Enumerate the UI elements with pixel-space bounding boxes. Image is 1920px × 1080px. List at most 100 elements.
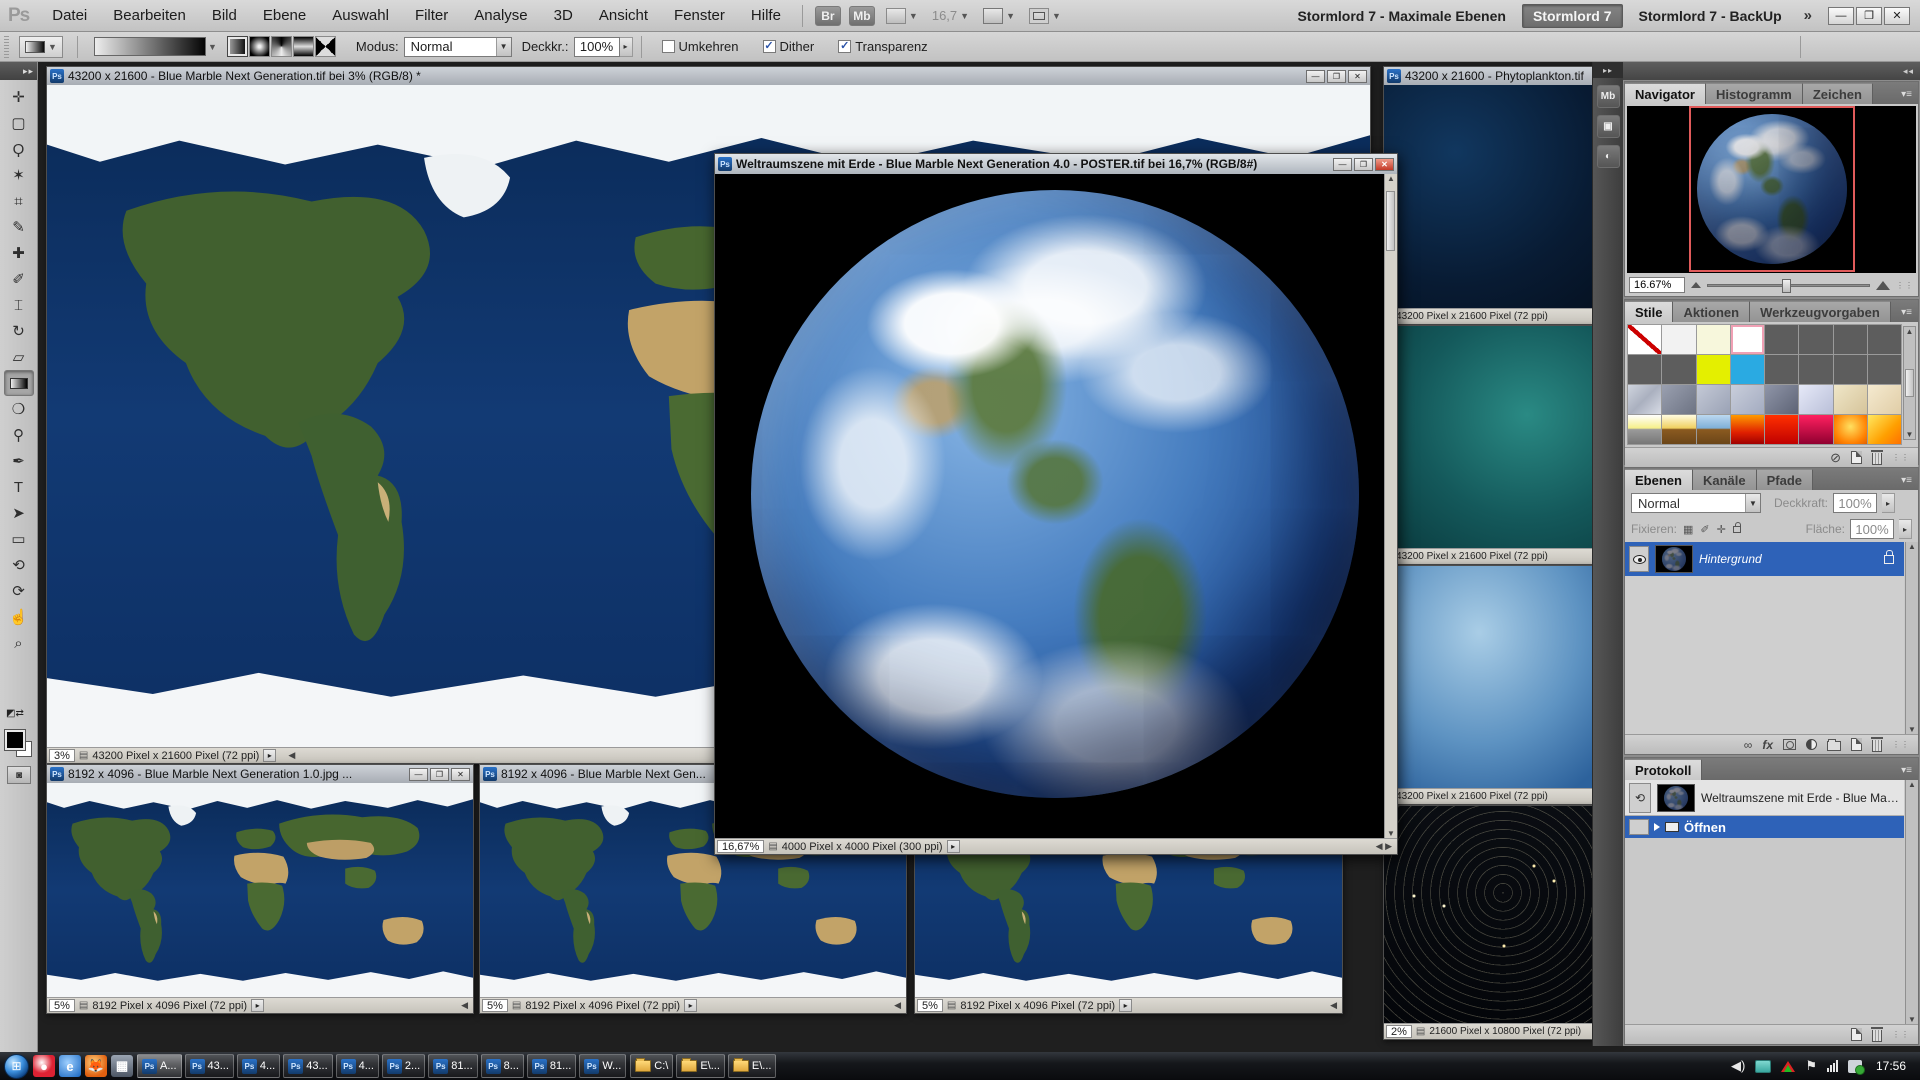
screen-mode-button[interactable]: ▼ — [1029, 8, 1061, 24]
menu-ebene[interactable]: Ebene — [250, 0, 319, 32]
layer-mask-icon[interactable] — [1783, 739, 1796, 750]
layer-blend-mode-dropdown[interactable]: Normal▼ — [1631, 493, 1761, 513]
zoom-percent-field[interactable]: 16,67% — [717, 840, 764, 853]
delete-style-icon[interactable] — [1872, 453, 1882, 465]
scroll-left-icon[interactable]: ◀ — [894, 1000, 904, 1011]
magic-wand-tool[interactable]: ✶ — [4, 162, 34, 188]
style-swatch-9[interactable] — [1628, 355, 1661, 384]
pen-tool[interactable]: ✒ — [4, 448, 34, 474]
foreground-color-swatch[interactable] — [5, 730, 25, 750]
move-tool[interactable]: ✛ — [4, 84, 34, 110]
lasso-tool[interactable]: Ϙ — [4, 136, 34, 162]
panel-icon-masks[interactable]: ▣ — [1597, 115, 1620, 138]
floating-canvas[interactable]: ▲▼ — [715, 174, 1397, 838]
status-flyout-button[interactable]: ▸ — [947, 840, 960, 853]
strip4-canvas[interactable] — [1384, 806, 1622, 1023]
rotate-3d-tool[interactable]: ⟲ — [4, 552, 34, 578]
stile-scrollbar[interactable]: ▲▼ — [1903, 326, 1916, 440]
layer-visibility-toggle[interactable] — [1629, 546, 1649, 572]
zoom-level-dropdown[interactable]: 16,7▼ — [932, 8, 969, 23]
style-swatch-28[interactable] — [1731, 415, 1764, 444]
panel-menu-icon[interactable]: ▾≡ — [1901, 89, 1918, 104]
deckkraft-field[interactable]: 100% — [1833, 493, 1877, 513]
scroll-down-icon[interactable]: ▼ — [1387, 829, 1395, 838]
app-close-button[interactable]: ✕ — [1884, 7, 1910, 25]
firefox-icon[interactable]: 🦊 — [85, 1055, 107, 1077]
zoom-out-icon[interactable] — [1691, 282, 1701, 288]
tab-aktionen[interactable]: Aktionen — [1673, 301, 1750, 322]
history-brush-source-box[interactable] — [1629, 819, 1649, 835]
orbit-3d-tool[interactable]: ⟳ — [4, 578, 34, 604]
navigator-zoom-field[interactable]: 16.67% — [1629, 277, 1685, 293]
strip1-canvas[interactable] — [1384, 85, 1622, 308]
floating-titlebar[interactable]: Ps Weltraumszene mit Erde - Blue Marble … — [715, 154, 1397, 174]
taskbar-explorer-3[interactable]: E\... — [728, 1054, 777, 1078]
navigator-proxy-rect[interactable] — [1689, 106, 1855, 272]
gradient-tool[interactable] — [4, 370, 34, 396]
menu-bearbeiten[interactable]: Bearbeiten — [100, 0, 199, 32]
navigator-preview[interactable] — [1627, 106, 1916, 273]
style-swatch-1[interactable] — [1628, 325, 1661, 354]
delete-state-icon[interactable] — [1872, 1030, 1882, 1042]
new-document-from-state-icon[interactable] — [1851, 1028, 1862, 1041]
scroll-down-icon[interactable]: ▼ — [1908, 1015, 1916, 1024]
scrollbar-thumb[interactable] — [1386, 191, 1395, 251]
status-flyout-button[interactable]: ▸ — [1119, 999, 1132, 1012]
style-swatch-32[interactable] — [1868, 415, 1901, 444]
lock-transparency-icon[interactable]: ▦ — [1683, 523, 1693, 536]
scroll-left-icon[interactable]: ◀ — [288, 750, 298, 761]
style-swatch-26[interactable] — [1662, 415, 1695, 444]
navigator-zoom-slider[interactable] — [1707, 284, 1870, 287]
shape-tool[interactable]: ▭ — [4, 526, 34, 552]
device-central-button[interactable]: Mb — [849, 6, 875, 26]
strip1-titlebar[interactable]: Ps 43200 x 21600 - Phytoplankton.tif — [1384, 67, 1622, 85]
new-group-icon[interactable] — [1827, 741, 1841, 751]
link-layers-icon[interactable]: ∞ — [1744, 738, 1753, 752]
app-restore-button[interactable]: ❐ — [1856, 7, 1882, 25]
workspace-backup[interactable]: Stormlord 7 - BackUp — [1629, 5, 1792, 27]
history-state-oeffnen[interactable]: Öffnen — [1625, 816, 1904, 838]
bridge-button[interactable]: Br — [815, 6, 841, 26]
checkbox-dither[interactable]: Dither — [763, 39, 815, 54]
layers-scrollbar[interactable]: ▲▼ — [1905, 542, 1918, 734]
panel-menu-icon[interactable]: ▾≡ — [1901, 475, 1918, 490]
zoom-percent-field[interactable]: 5% — [49, 999, 75, 1012]
style-swatch-13[interactable] — [1765, 355, 1798, 384]
status-flyout-button[interactable]: ▸ — [251, 999, 264, 1012]
resize-grip[interactable]: ⋮⋮ — [1896, 281, 1914, 290]
style-swatch-21[interactable] — [1765, 385, 1798, 414]
marquee-tool[interactable]: ▢ — [4, 110, 34, 136]
menu-fenster[interactable]: Fenster — [661, 0, 738, 32]
radial-gradient-button[interactable] — [249, 36, 270, 57]
doc-close-button[interactable]: ✕ — [451, 768, 470, 781]
slider-thumb[interactable] — [1782, 279, 1791, 293]
internet-explorer-icon[interactable]: e — [59, 1055, 81, 1077]
doc-minimize-button[interactable]: — — [1333, 158, 1352, 171]
linear-gradient-button[interactable] — [227, 36, 248, 57]
style-swatch-14[interactable] — [1799, 355, 1832, 384]
menu-datei[interactable]: Datei — [39, 0, 100, 32]
flaeche-field[interactable]: 100% — [1850, 519, 1894, 539]
menu-bild[interactable]: Bild — [199, 0, 250, 32]
healing-brush-tool[interactable]: ✚ — [4, 240, 34, 266]
doc-close-button[interactable]: ✕ — [1348, 70, 1367, 83]
scroll-up-icon[interactable]: ▲ — [1908, 542, 1916, 551]
menu-auswahl[interactable]: Auswahl — [319, 0, 402, 32]
small1-titlebar[interactable]: Ps 8192 x 4096 - Blue Marble Next Genera… — [47, 765, 473, 783]
blur-tool[interactable]: ❍ — [4, 396, 34, 422]
expand-dock-button[interactable]: ▸▸ — [1593, 62, 1623, 78]
workspace-maximale-ebenen[interactable]: Stormlord 7 - Maximale Ebenen — [1287, 5, 1516, 27]
app-minimize-button[interactable]: — — [1828, 7, 1854, 25]
checkbox-transparenz[interactable]: Transparenz — [838, 39, 928, 54]
scroll-up-icon[interactable]: ▲ — [1387, 174, 1395, 183]
diamond-gradient-button[interactable] — [315, 36, 336, 57]
brush-tool[interactable]: ✐ — [4, 266, 34, 292]
menu-hilfe[interactable]: Hilfe — [738, 0, 794, 32]
opacity-spinner[interactable]: ▸ — [620, 37, 633, 57]
gpu-utility-icon[interactable] — [1781, 1061, 1795, 1072]
taskbar-window-2[interactable]: Ps43... — [185, 1054, 234, 1078]
tab-werkzeugvorgaben[interactable]: Werkzeugvorgaben — [1750, 301, 1891, 322]
style-swatch-24[interactable] — [1868, 385, 1901, 414]
style-swatch-4[interactable] — [1731, 325, 1764, 354]
style-swatch-25[interactable] — [1628, 415, 1661, 444]
